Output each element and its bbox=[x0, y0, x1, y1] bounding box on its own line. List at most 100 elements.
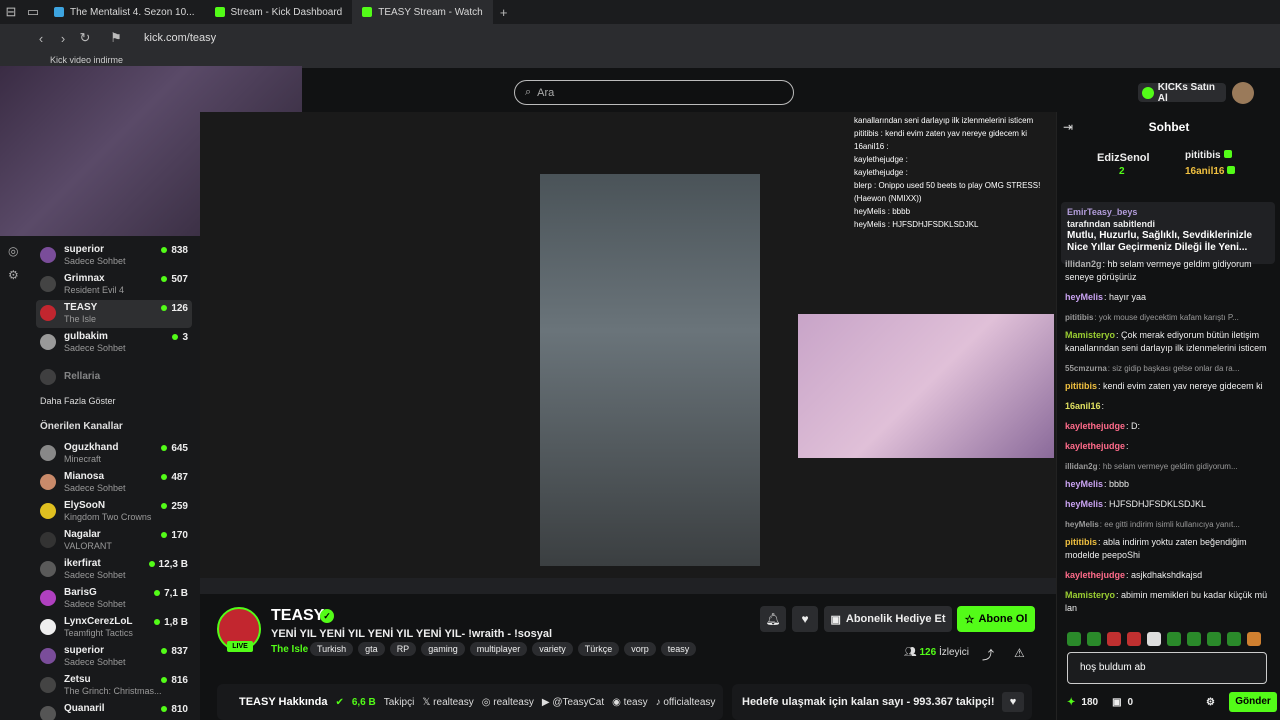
reload-icon[interactable]: ↻ bbox=[74, 30, 96, 46]
chat-input[interactable]: hoş buldum ab bbox=[1067, 652, 1267, 684]
vpn-icon[interactable]: ⚑ bbox=[96, 30, 136, 46]
pinned-message[interactable]: EmirTeasy_beys tarafından sabitlendi Mut… bbox=[1061, 202, 1275, 264]
emote-icon[interactable] bbox=[1227, 632, 1241, 646]
tag[interactable]: RP bbox=[389, 642, 417, 656]
subscribe-button[interactable]: ☆ Abone Ol bbox=[957, 606, 1035, 632]
chat-username[interactable]: kaylethejudge bbox=[1065, 570, 1125, 580]
gifter-name[interactable]: pititibis bbox=[1185, 150, 1232, 161]
tag[interactable]: gta bbox=[358, 642, 385, 656]
chat-username[interactable]: 55cmzurna bbox=[1065, 364, 1107, 373]
url-field[interactable]: kick.com/teasy bbox=[144, 32, 216, 44]
recommended-channel[interactable]: Nagalar VALORANT 170 bbox=[36, 527, 192, 555]
recommended-channel[interactable]: superior Sadece Sohbet 837 bbox=[36, 643, 192, 671]
send-button[interactable]: Gönder bbox=[1229, 692, 1277, 712]
sidebar-toggle-icon[interactable]: ⊟ bbox=[0, 4, 22, 20]
chat-username[interactable]: heyMelis bbox=[1065, 479, 1103, 489]
heart-icon[interactable]: ♥ bbox=[1002, 692, 1024, 712]
collapse-chat-icon[interactable]: ⇥ bbox=[1063, 120, 1073, 134]
emote-icon[interactable] bbox=[1207, 632, 1221, 646]
social-discord[interactable]: ◉ teasy bbox=[612, 697, 647, 708]
chat-username[interactable]: illidan2g bbox=[1065, 259, 1102, 269]
chat-settings-icon[interactable]: ⚙ bbox=[1206, 697, 1215, 708]
chat-username[interactable]: heyMelis bbox=[1065, 499, 1103, 509]
browser-tab[interactable]: Stream - Kick Dashboard bbox=[205, 0, 353, 24]
settings-icon[interactable]: ⚙ bbox=[8, 268, 19, 282]
social-youtube[interactable]: ▶ @TeasyCat bbox=[542, 697, 604, 708]
chat-username[interactable]: kaylethejudge bbox=[1065, 421, 1125, 431]
tag[interactable]: Türkçe bbox=[577, 642, 620, 656]
recommended-channel[interactable]: ikerfirat Sadece Sohbet 12,3 B bbox=[36, 556, 192, 584]
forward-icon[interactable]: › bbox=[52, 31, 74, 46]
chat-username[interactable]: Mamisteryo bbox=[1065, 330, 1115, 340]
points-count[interactable]: 180 bbox=[1081, 697, 1098, 708]
emote-icon[interactable] bbox=[1147, 632, 1161, 646]
chat-username[interactable]: heyMelis bbox=[1065, 292, 1103, 302]
tag[interactable]: vorp bbox=[624, 642, 656, 656]
chat-text: : bbox=[1101, 401, 1105, 411]
social-instagram[interactable]: ◎ realteasy bbox=[482, 697, 534, 708]
emote-icon[interactable] bbox=[1087, 632, 1101, 646]
viewer-count: 487 bbox=[161, 472, 188, 483]
share-icon[interactable]: ⤴ bbox=[982, 646, 994, 663]
recommended-channel[interactable]: ElySooN Kingdom Two Crowns 259 bbox=[36, 498, 192, 526]
tag[interactable]: multiplayer bbox=[469, 642, 528, 656]
tag[interactable]: gaming bbox=[421, 642, 465, 656]
report-icon[interactable]: ⚠ bbox=[1014, 646, 1025, 660]
followed-channel-offline[interactable]: Rellaria bbox=[36, 364, 192, 392]
social-x[interactable]: 𝕏 realteasy bbox=[422, 697, 473, 708]
emote-icon[interactable] bbox=[1247, 632, 1261, 646]
gifter-name[interactable]: EdizSenol bbox=[1097, 152, 1150, 164]
followed-channel[interactable]: Grimnax Resident Evil 4 507 bbox=[36, 271, 192, 299]
channel-category: Sadece Sohbet bbox=[64, 570, 126, 580]
emote-icon[interactable] bbox=[1127, 632, 1141, 646]
chat-username[interactable]: 16anil16 bbox=[1065, 401, 1101, 411]
channel-name[interactable]: TEASY bbox=[271, 607, 324, 625]
recommended-channel[interactable]: Zetsu The Grinch: Christmas... 816 bbox=[36, 672, 192, 700]
recommended-channel[interactable]: BarisG Sadece Sohbet 7,1 B bbox=[36, 585, 192, 613]
sidebar-nav-icon[interactable]: ◎ bbox=[8, 244, 18, 258]
recommended-channel[interactable]: LynxCerezLoL Teamfight Tactics 1,8 B bbox=[36, 614, 192, 642]
gifter-name[interactable]: 16anil16 bbox=[1185, 166, 1236, 177]
gift-subscription-button[interactable]: ▣ Abonelik Hediye Et bbox=[824, 606, 952, 632]
social-tiktok[interactable]: ♪ officialteasy bbox=[656, 697, 716, 708]
notification-bell-button[interactable]: 🔔︎ bbox=[760, 606, 786, 632]
tag[interactable]: teasy bbox=[660, 642, 697, 656]
chat-username[interactable]: kaylethejudge bbox=[1065, 441, 1125, 451]
browser-tab[interactable]: The Mentalist 4. Sezon 10... bbox=[44, 0, 205, 24]
viewer-count: 7,1 B bbox=[154, 588, 188, 599]
emote-icon[interactable] bbox=[1067, 632, 1081, 646]
chat-username[interactable]: pititibis bbox=[1065, 313, 1093, 322]
bookmark-item[interactable]: Kick video indirme bbox=[50, 55, 123, 65]
recommended-channel[interactable]: Oguzkhand Minecraft 645 bbox=[36, 440, 192, 468]
search-input[interactable]: ⌕ Ara bbox=[514, 80, 794, 105]
top-gifters: EdizSenol 2 pititibis 16anil16 bbox=[1057, 146, 1280, 184]
user-avatar[interactable] bbox=[1232, 82, 1254, 104]
chat-username[interactable]: pititibis bbox=[1065, 537, 1097, 547]
recommended-channel[interactable]: Mianosa Sadece Sohbet 487 bbox=[36, 469, 192, 497]
show-more-link[interactable]: Daha Fazla Göster bbox=[40, 396, 116, 406]
chat-username[interactable]: Mamisteryo bbox=[1065, 590, 1115, 600]
video-player[interactable]: kanallarından seni darlayıp ilk izlenmel… bbox=[200, 112, 1056, 594]
back-icon[interactable]: ‹ bbox=[30, 31, 52, 46]
chat-username[interactable]: pititibis bbox=[1065, 381, 1097, 391]
new-tab-icon[interactable]: + bbox=[493, 5, 515, 20]
tag[interactable]: variety bbox=[532, 642, 573, 656]
chat-message: kaylethejudge: asjkdhakshdkajsd bbox=[1065, 569, 1275, 582]
followed-channel[interactable]: superior Sadece Sohbet 838 bbox=[36, 242, 192, 270]
followed-channel[interactable]: gulbakim Sadece Sohbet 3 bbox=[36, 329, 192, 357]
follow-heart-button[interactable]: ♥ bbox=[792, 606, 818, 632]
stream-category[interactable]: The Isle bbox=[271, 644, 308, 655]
tabs-icon[interactable]: ▭ bbox=[22, 4, 44, 20]
buy-kicks-button[interactable]: KICKs Satın Al bbox=[1138, 82, 1226, 104]
followed-channel-active[interactable]: TEASY The Isle 126 bbox=[36, 300, 192, 328]
recommended-channel[interactable]: Quanaril 810 bbox=[36, 701, 192, 720]
browser-tab-active[interactable]: TEASY Stream - Watch bbox=[352, 0, 493, 24]
chat-username[interactable]: illidan2g bbox=[1065, 462, 1097, 471]
stream-taskbar bbox=[200, 578, 1056, 594]
emote-icon[interactable] bbox=[1167, 632, 1181, 646]
emote-icon[interactable] bbox=[1107, 632, 1121, 646]
chat-username[interactable]: heyMelis bbox=[1065, 520, 1099, 529]
gift-count[interactable]: 0 bbox=[1128, 697, 1134, 708]
tag[interactable]: Turkish bbox=[310, 642, 354, 656]
emote-icon[interactable] bbox=[1187, 632, 1201, 646]
